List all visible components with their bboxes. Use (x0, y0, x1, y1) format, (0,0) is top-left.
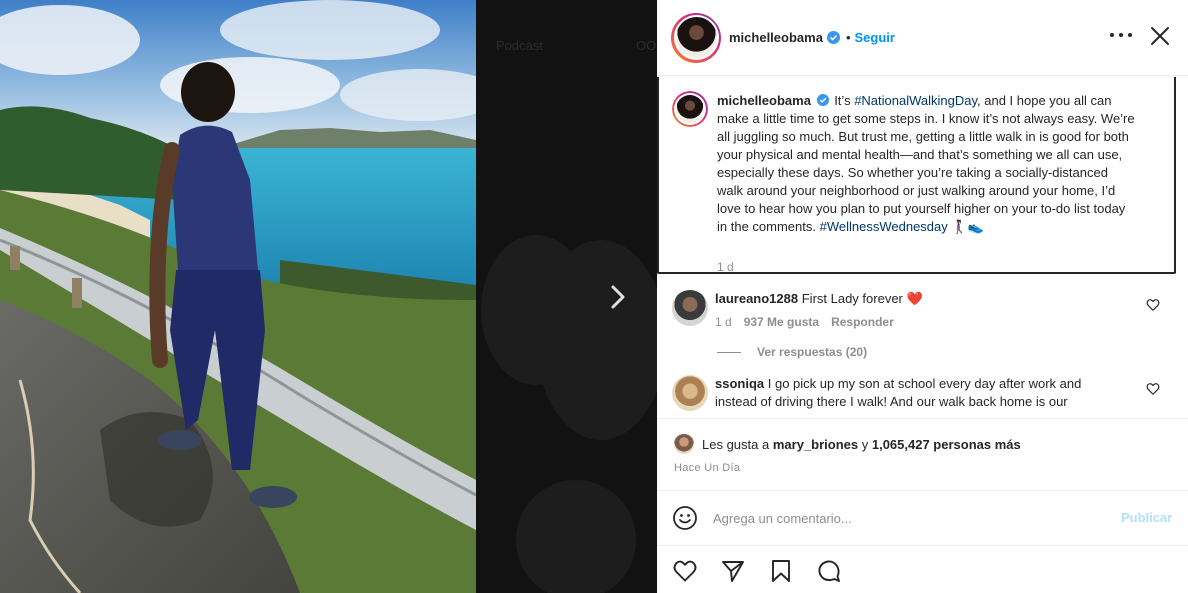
separator-dot: • (845, 30, 851, 45)
likes-section: Les gusta a mary_briones y 1,065,427 per… (657, 418, 1188, 490)
comment-input[interactable] (713, 507, 1103, 529)
bookmark-icon[interactable] (768, 558, 794, 584)
reply-button[interactable]: Responder (831, 315, 894, 329)
likes-prefix: Les gusta a (702, 436, 770, 452)
post-actions (657, 545, 1188, 593)
follow-button[interactable]: Seguir (855, 30, 895, 45)
avatar[interactable] (672, 91, 708, 127)
emoji-icon[interactable] (672, 505, 698, 531)
heart-emoji: ❤️ (906, 291, 923, 306)
comment-text: laureano1288 First Lady forever ❤️ (715, 290, 1115, 308)
avatar[interactable] (672, 375, 708, 411)
publish-button[interactable]: Publicar (1121, 510, 1172, 525)
comments-list[interactable]: michelleobama It’s #NationalWalkingDay, … (657, 77, 1188, 417)
comment-meta: 1 d 937 Me gusta Responder (715, 315, 894, 329)
view-replies-label: Ver respuestas (20) (757, 345, 868, 359)
replies-line (717, 351, 741, 353)
avatar[interactable] (674, 434, 694, 454)
background-blur (516, 480, 636, 593)
hashtag-link[interactable]: #WellnessWednesday (820, 219, 948, 234)
verified-icon (816, 94, 829, 106)
heart-icon[interactable] (672, 558, 698, 584)
ghost-tab: Podcast (496, 38, 543, 53)
likes-summary: Les gusta a mary_briones y 1,065,427 per… (674, 434, 1021, 454)
likes-first-user[interactable]: mary_briones (773, 437, 858, 452)
hashtag-link[interactable]: #NationalWalkingDay (854, 93, 977, 108)
caption-segment: , and I hope you all can make a little t… (717, 93, 1135, 234)
comment-time[interactable]: 1 d (715, 315, 732, 329)
comment-icon[interactable] (816, 558, 842, 584)
heart-icon[interactable] (1146, 298, 1160, 312)
background-blur (536, 240, 657, 440)
post-photo[interactable] (0, 0, 476, 593)
post-image (0, 0, 476, 593)
view-replies-button[interactable]: Ver respuestas (20) (717, 345, 867, 359)
post-side-panel: michelleobama • Seguir michelleobama It’… (657, 0, 1188, 593)
avatar[interactable] (672, 290, 708, 326)
next-post-button[interactable] (604, 282, 632, 312)
comment-likes[interactable]: 937 Me gusta (744, 315, 819, 329)
heart-icon[interactable] (1146, 382, 1160, 396)
post-timestamp[interactable]: Hace Un Día (674, 462, 740, 474)
comment-username[interactable]: ssoniqa (715, 376, 764, 391)
likes-others[interactable]: 1,065,427 personas más (872, 437, 1021, 452)
likes-joiner: y (861, 436, 869, 452)
verified-icon (826, 31, 840, 44)
caption-text: michelleobama It’s #NationalWalkingDay, … (717, 92, 1137, 236)
comment-body: First Lady forever (801, 291, 903, 306)
comment-username[interactable]: laureano1288 (715, 291, 798, 306)
caption-meta: 1 d (717, 260, 734, 274)
post-header: michelleobama • Seguir (657, 0, 1188, 76)
post-author-username[interactable]: michelleobama (729, 30, 823, 45)
more-options-button[interactable] (1110, 28, 1132, 42)
more-icon (1110, 33, 1114, 37)
caption-segment: It’s (834, 93, 855, 108)
chevron-right-icon (611, 285, 625, 309)
comment-text: ssoniqa I go pick up my son at school ev… (715, 375, 1115, 411)
caption-emoji: 🚶🏾‍♀️👟 (947, 219, 984, 234)
caption-block: michelleobama It’s #NationalWalkingDay, … (657, 77, 1176, 274)
add-comment-form: Publicar (657, 490, 1188, 544)
ghost-tab: OO (636, 38, 657, 53)
caption-username[interactable]: michelleobama (717, 93, 811, 108)
close-icon[interactable] (1149, 25, 1171, 47)
comment-body: I go pick up my son at school every day … (715, 376, 1082, 409)
caption-time[interactable]: 1 d (717, 260, 734, 274)
avatar[interactable] (671, 12, 721, 63)
share-icon[interactable] (720, 558, 746, 584)
